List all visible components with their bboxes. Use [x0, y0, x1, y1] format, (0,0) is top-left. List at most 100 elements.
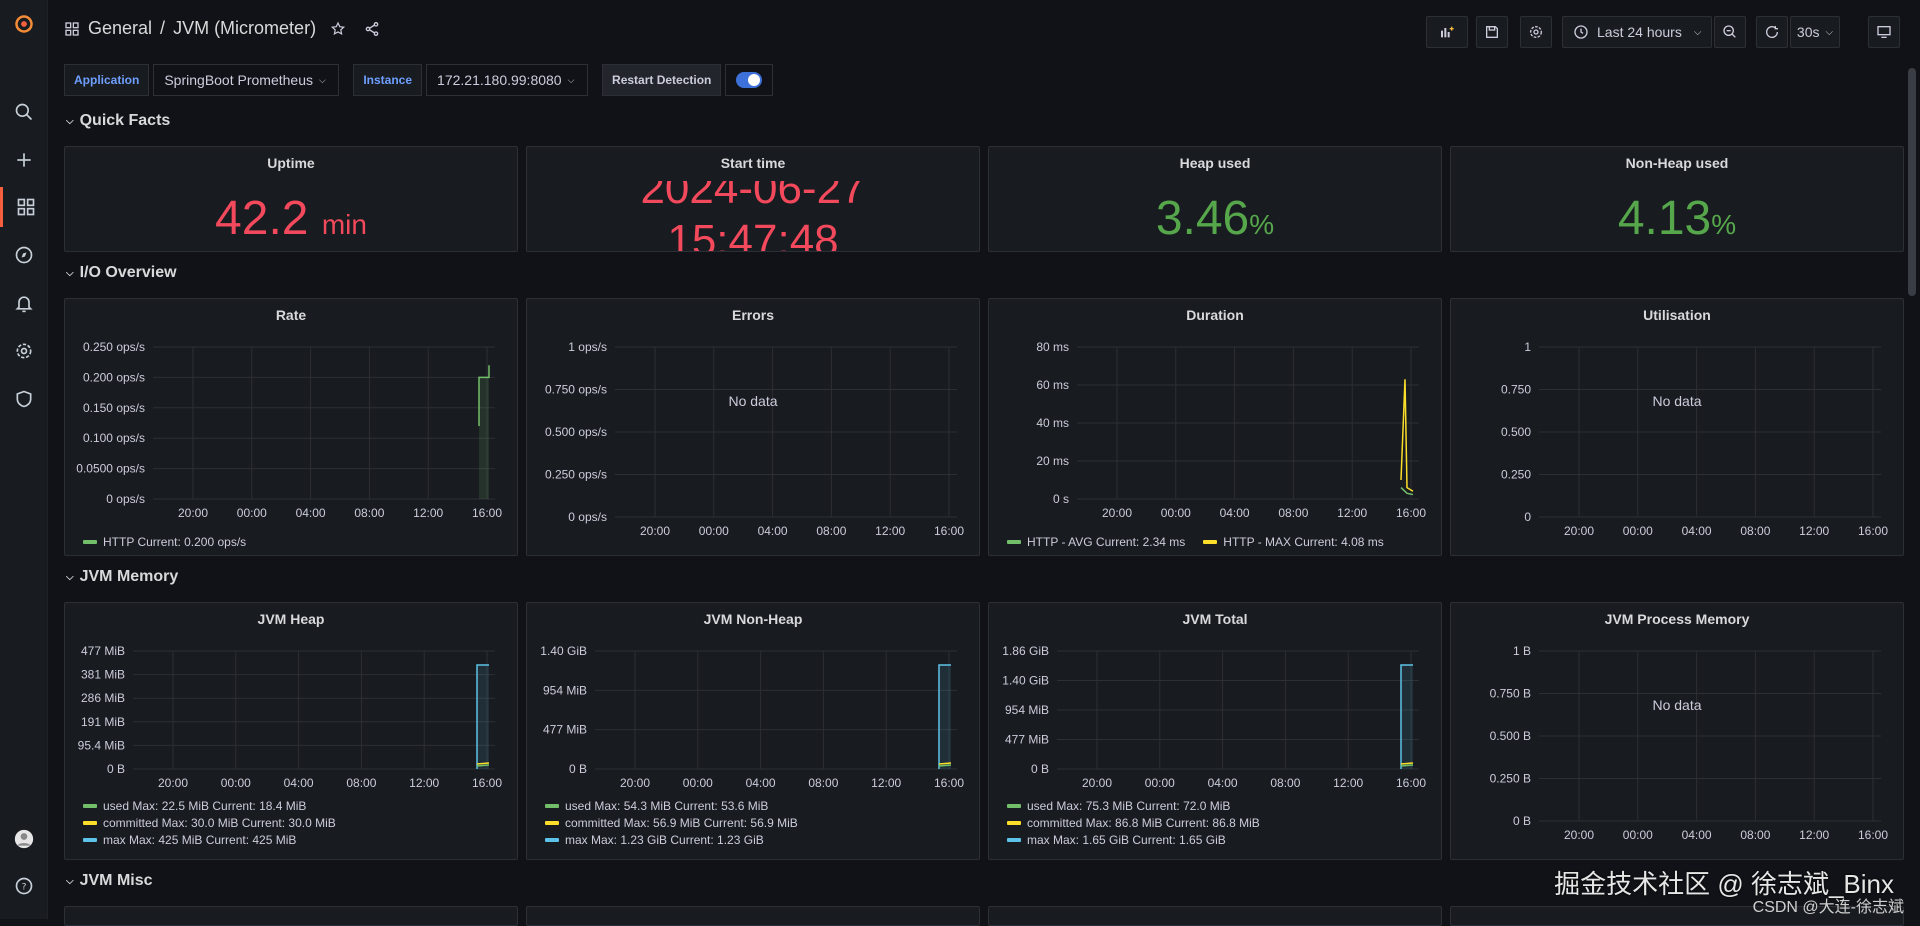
stat-panel-non-heap-used[interactable]: Non-Heap used 4.13% [1450, 146, 1904, 252]
save-dashboard-button[interactable] [1476, 16, 1508, 48]
x-tick-label: 16:00 [934, 524, 964, 538]
x-tick-label: 12:00 [1799, 828, 1829, 842]
legend-label: max Max: 1.23 GiB Current: 1.23 GiB [565, 833, 764, 847]
series-area-max [939, 665, 951, 769]
x-tick-label: 16:00 [1858, 828, 1888, 842]
x-tick-label: 08:00 [1278, 506, 1308, 520]
variable-select-application[interactable]: SpringBoot Prometheus ⌵ [153, 64, 339, 96]
time-range-picker[interactable]: Last 24 hours ⌵ [1562, 16, 1712, 48]
server-admin-shield-icon[interactable] [0, 379, 48, 419]
legend-item[interactable]: used Max: 22.5 MiB Current: 18.4 MiB [83, 799, 336, 813]
jvm-misc-panel-partial[interactable] [988, 906, 1442, 926]
row-jvm-misc[interactable]: ⌵JVM Misc [66, 872, 153, 890]
legend-item[interactable]: HTTP - AVG Current: 2.34 ms [1007, 535, 1185, 549]
x-tick-label: 12:00 [875, 524, 905, 538]
dashboard-settings-button[interactable] [1520, 16, 1552, 48]
user-avatar-icon[interactable] [0, 819, 48, 859]
graph-panel-utilisation[interactable]: Utilisation10.7500.5000.250020:0000:0004… [1450, 298, 1904, 556]
add-panel-button[interactable] [1426, 16, 1468, 48]
graph-panel-jvm-total[interactable]: JVM Total1.86 GiB1.40 GiB954 MiB477 MiB0… [988, 602, 1442, 860]
graph-panel-jvm-process-memory[interactable]: JVM Process Memory1 B0.750 B0.500 B0.250… [1450, 602, 1904, 860]
legend-item[interactable]: max Max: 1.65 GiB Current: 1.65 GiB [1007, 833, 1260, 847]
chevron-down-icon: ⌵ [1694, 27, 1702, 38]
legend-item[interactable]: HTTP Current: 0.200 ops/s [83, 535, 246, 549]
gear-icon [1528, 24, 1544, 40]
alerting-bell-icon[interactable] [0, 283, 48, 323]
toggle-switch[interactable] [736, 72, 762, 88]
refresh-interval-picker[interactable]: 30s ⌵ [1790, 16, 1840, 48]
restart-detection-toggle[interactable] [725, 64, 773, 96]
series-area-max [1401, 665, 1413, 769]
legend-item[interactable]: used Max: 75.3 MiB Current: 72.0 MiB [1007, 799, 1260, 813]
help-icon[interactable]: ? [0, 866, 48, 906]
x-tick-label: 20:00 [640, 524, 670, 538]
watermark-subtext: CSDN @大连-徐志斌 [1753, 893, 1904, 917]
row-jvm-memory[interactable]: ⌵JVM Memory [66, 568, 178, 586]
y-tick-label: 286 MiB [81, 691, 125, 705]
legend-item[interactable]: HTTP - MAX Current: 4.08 ms [1203, 535, 1383, 549]
x-tick-label: 00:00 [699, 524, 729, 538]
page-scrollbar[interactable] [1908, 68, 1916, 296]
legend-swatch [1007, 804, 1021, 808]
stat-panel-heap-used[interactable]: Heap used 3.46% [988, 146, 1442, 252]
legend-item[interactable]: max Max: 425 MiB Current: 425 MiB [83, 833, 336, 847]
legend-item[interactable]: committed Max: 86.8 MiB Current: 86.8 Mi… [1007, 816, 1260, 830]
tv-mode-button[interactable] [1868, 16, 1900, 48]
star-icon[interactable] [330, 21, 346, 37]
y-tick-label: 80 ms [1036, 340, 1069, 354]
refresh-button[interactable] [1756, 16, 1788, 48]
legend-item[interactable]: used Max: 54.3 MiB Current: 53.6 MiB [545, 799, 798, 813]
y-tick-label: 0.250 [1501, 468, 1531, 482]
grafana-logo-icon[interactable] [0, 4, 48, 44]
breadcrumb-folder[interactable]: General [88, 18, 152, 39]
variable-label-instance: Instance [353, 64, 422, 96]
y-tick-label: 0.250 B [1490, 772, 1531, 786]
time-range-label: Last 24 hours [1597, 24, 1682, 40]
add-panel-icon [1439, 24, 1455, 40]
x-tick-label: 08:00 [346, 776, 376, 790]
share-icon[interactable] [364, 21, 380, 37]
y-tick-label: 20 ms [1036, 454, 1069, 468]
graph-panel-jvm-non-heap[interactable]: JVM Non-Heap1.40 GiB954 MiB477 MiB0 B20:… [526, 602, 980, 860]
dashboards-icon[interactable] [0, 187, 48, 227]
svg-text:?: ? [22, 881, 27, 892]
legend-item[interactable]: max Max: 1.23 GiB Current: 1.23 GiB [545, 833, 798, 847]
x-tick-label: 20:00 [1082, 776, 1112, 790]
stat-panel-start-time[interactable]: Start time 2024-06-27 15:47:48 [526, 146, 980, 252]
plus-icon[interactable] [0, 140, 48, 180]
legend-item[interactable]: committed Max: 30.0 MiB Current: 30.0 Mi… [83, 816, 336, 830]
jvm-misc-panel-partial[interactable] [64, 906, 518, 926]
graph-panel-errors[interactable]: Errors1 ops/s0.750 ops/s0.500 ops/s0.250… [526, 298, 980, 556]
legend-swatch [545, 838, 559, 842]
row-quick-facts[interactable]: ⌵Quick Facts [66, 112, 170, 130]
row-io-overview[interactable]: ⌵I/O Overview [66, 264, 177, 282]
graph-panel-rate[interactable]: Rate0.250 ops/s0.200 ops/s0.150 ops/s0.1… [64, 298, 518, 556]
restart-detection-label: Restart Detection [602, 64, 721, 96]
series-line-used [1401, 765, 1413, 766]
chevron-down-icon: ⌵ [568, 75, 575, 86]
x-tick-label: 08:00 [816, 524, 846, 538]
jvm-misc-panel-partial[interactable] [526, 906, 980, 926]
graph-panel-jvm-heap[interactable]: JVM Heap477 MiB381 MiB286 MiB191 MiB95.4… [64, 602, 518, 860]
x-tick-label: 04:00 [284, 776, 314, 790]
x-tick-label: 08:00 [808, 776, 838, 790]
y-tick-label: 381 MiB [81, 668, 125, 682]
graph-panel-duration[interactable]: Duration80 ms60 ms40 ms20 ms0 s20:0000:0… [988, 298, 1442, 556]
zoom-out-button[interactable] [1714, 16, 1746, 48]
legend-item[interactable]: committed Max: 56.9 MiB Current: 56.9 Mi… [545, 816, 798, 830]
stat-panel-uptime[interactable]: Uptime 42.2 min [64, 146, 518, 252]
dashboard-title[interactable]: JVM (Micrometer) [173, 18, 316, 39]
y-tick-label: 1.40 GiB [540, 644, 587, 658]
search-icon[interactable] [0, 92, 48, 132]
variable-select-instance[interactable]: 172.21.180.99:8080 ⌵ [426, 64, 588, 96]
panel-title: Non-Heap used [1451, 155, 1903, 171]
stat-number: 42.2 [215, 192, 308, 245]
x-tick-label: 20:00 [1564, 524, 1594, 538]
explore-compass-icon[interactable] [0, 235, 48, 275]
y-tick-label: 0 B [1031, 762, 1049, 776]
y-tick-label: 477 MiB [81, 644, 125, 658]
monitor-icon [1876, 24, 1892, 40]
x-tick-label: 16:00 [1858, 524, 1888, 538]
graph-canvas: 1 B0.750 B0.500 B0.250 B0 B20:0000:0004:… [1451, 603, 1905, 861]
configuration-gear-icon[interactable] [0, 331, 48, 371]
